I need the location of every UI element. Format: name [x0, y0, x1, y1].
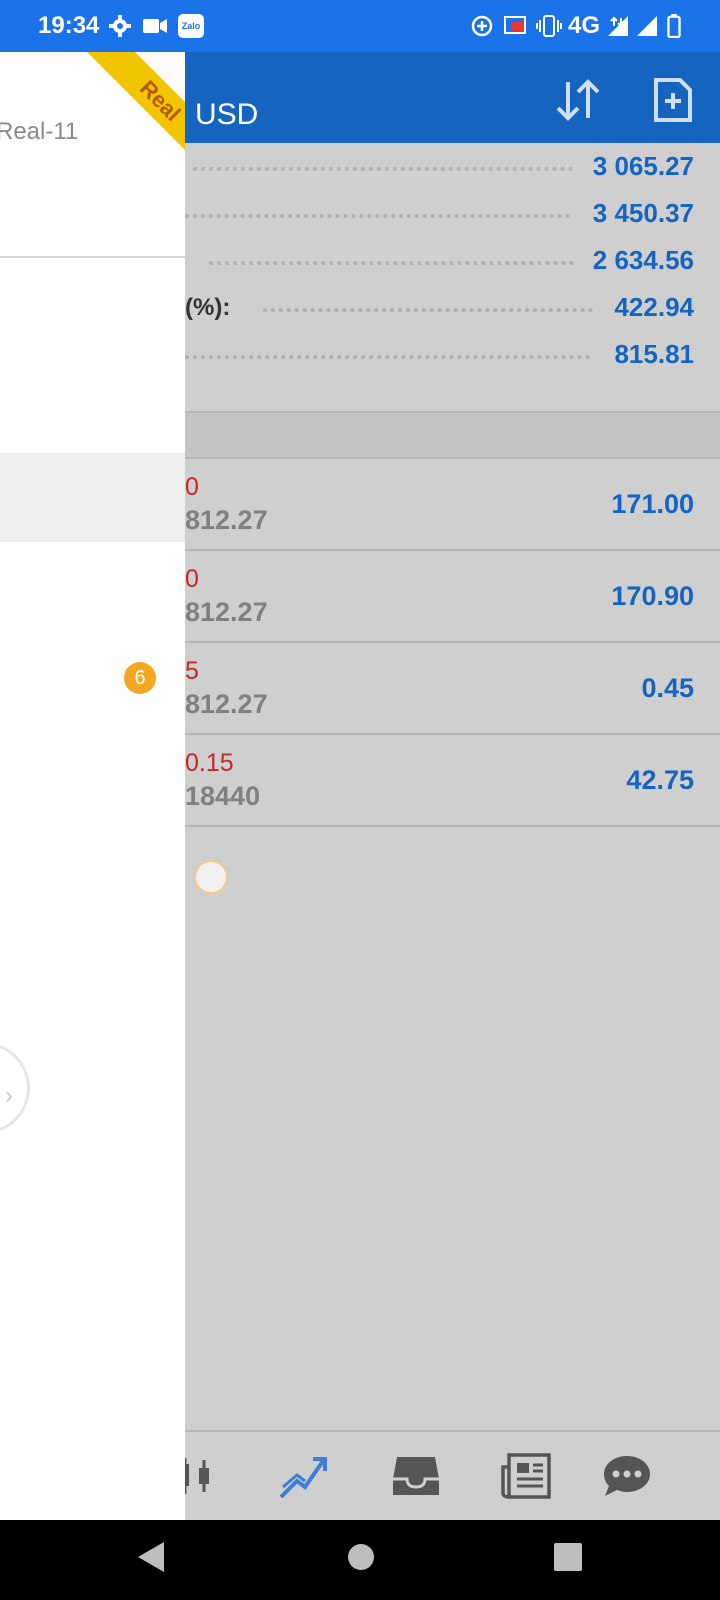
position-profit: 0.45: [641, 673, 694, 703]
sort-icon: [556, 79, 600, 121]
news-icon: [501, 1453, 551, 1499]
summary-value: 422.94: [614, 292, 694, 322]
summary-row: (%): 422.94: [185, 284, 720, 331]
position-volume: 0: [185, 565, 199, 593]
position-row[interactable]: 5 812.27 0.45: [185, 643, 720, 735]
real-ribbon: Real: [60, 52, 185, 177]
system-nav-bar: [0, 1520, 720, 1600]
summary-value: 2 634.56: [592, 245, 694, 275]
back-icon[interactable]: [136, 1540, 166, 1574]
position-volume: 5: [185, 657, 199, 685]
bottom-tab-bar: [181, 1430, 720, 1520]
position-profit: 42.75: [626, 765, 694, 795]
wifi-arrows-icon: [608, 16, 628, 36]
app-header: USD: [185, 52, 720, 143]
floating-circle-button[interactable]: [194, 860, 228, 894]
signal-icon: [637, 16, 657, 36]
summary-value: 3 450.37: [592, 198, 694, 228]
drawer-item-selected[interactable]: [0, 453, 185, 542]
position-profit: 170.90: [611, 581, 694, 611]
summary-row: 3 065.27: [185, 143, 720, 190]
trade-icon: [279, 1457, 327, 1499]
dotted-leader: [185, 214, 570, 218]
sort-button[interactable]: [550, 72, 606, 128]
zalo-icon: Zalo: [178, 14, 204, 38]
position-price: 812.27: [185, 505, 268, 535]
vibrate-icon: [536, 15, 562, 37]
status-bar: 19:34 Zalo 4G: [0, 0, 720, 52]
position-row[interactable]: 0 812.27 170.90: [185, 551, 720, 643]
data-saver-icon: [471, 15, 493, 37]
recents-icon[interactable]: [552, 1540, 584, 1574]
settings-icon: [109, 15, 131, 37]
position-price: 812.27: [185, 689, 268, 719]
position-volume: 0.15: [185, 749, 234, 777]
dotted-leader: [185, 355, 590, 359]
summary-value: 815.81: [614, 339, 694, 369]
home-icon[interactable]: [346, 1540, 376, 1574]
chat-icon: [604, 1456, 650, 1496]
notification-badge: 6: [124, 662, 156, 694]
status-time: 19:34: [38, 12, 100, 39]
network-type: 4G: [568, 12, 601, 39]
summary-label: (%):: [185, 294, 231, 321]
account-name[interactable]: Real-11: [0, 118, 78, 146]
summary-row: 3 450.37: [185, 190, 720, 237]
tab-news[interactable]: [498, 1450, 554, 1502]
position-profit: 171.00: [611, 489, 694, 519]
video-icon: [143, 19, 167, 33]
position-price: 18440: [185, 781, 261, 811]
navigation-drawer: Real Real-11 6 ›: [0, 52, 185, 1520]
summary-value: 3 065.27: [592, 151, 694, 181]
new-order-icon: [654, 78, 692, 122]
position-row[interactable]: 0 812.27 171.00: [185, 459, 720, 551]
dotted-leader: [209, 261, 574, 265]
tab-chat[interactable]: [599, 1450, 655, 1502]
new-order-button[interactable]: [645, 72, 701, 128]
history-icon: [393, 1457, 439, 1495]
dotted-leader: [263, 308, 593, 312]
tab-history[interactable]: [388, 1450, 444, 1502]
battery-icon: [667, 14, 681, 38]
ribbon-label: Real: [84, 52, 185, 177]
tab-trade[interactable]: [275, 1450, 331, 1502]
position-volume: 0: [185, 473, 199, 501]
position-price: 812.27: [185, 597, 268, 627]
positions-header: [185, 411, 720, 459]
summary-row: 2 634.56: [185, 237, 720, 284]
cast-icon: [504, 16, 526, 34]
account-currency: USD: [195, 98, 259, 131]
position-row[interactable]: 0.15 18440 42.75: [185, 735, 720, 827]
summary-row: 815.81: [185, 331, 720, 378]
dotted-leader: [193, 167, 573, 171]
chevron-right-icon: ›: [5, 1082, 13, 1109]
drawer-divider: [0, 256, 185, 258]
positions-list: 0 812.27 171.00 0 812.27 170.90 5 812.27…: [185, 459, 720, 827]
account-summary: 3 065.27 3 450.37 2 634.56 (%): 422.94 8…: [185, 143, 720, 378]
